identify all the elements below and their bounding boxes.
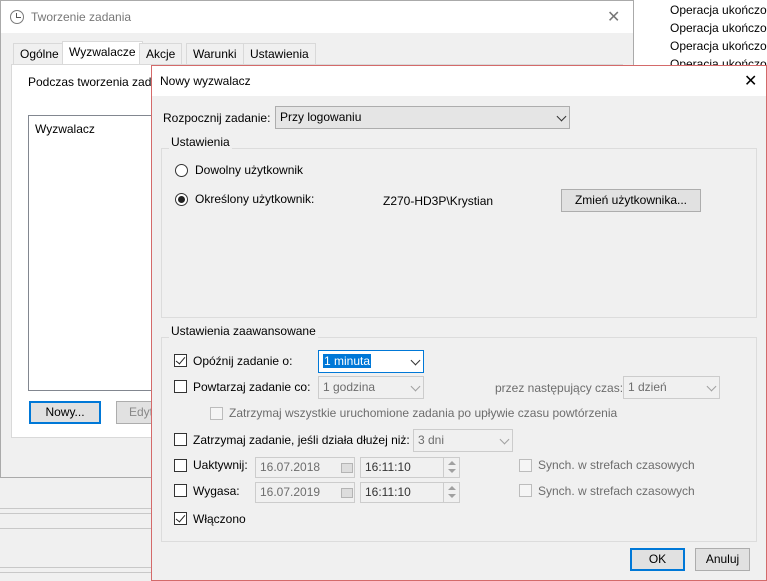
activate-date: 16.07.2018 bbox=[260, 460, 321, 474]
stop-longer-label: Zatrzymaj zadanie, jeśli działa dłużej n… bbox=[193, 433, 410, 447]
expire-time-field[interactable]: 16:11:10 bbox=[360, 482, 460, 503]
delay-label: Opóźnij zadanie o: bbox=[193, 354, 293, 368]
repeat-value: 1 godzina bbox=[323, 380, 376, 394]
expire-time: 16:11:10 bbox=[365, 485, 411, 499]
tab-settings[interactable]: Ustawienia bbox=[243, 43, 316, 65]
repeat-select[interactable]: 1 godzina bbox=[318, 376, 424, 399]
expire-date: 16.07.2019 bbox=[260, 485, 321, 499]
background-area bbox=[0, 475, 160, 581]
expire-date-field[interactable]: 16.07.2019 bbox=[255, 482, 355, 503]
duration-select[interactable]: 1 dzień bbox=[623, 376, 720, 399]
activate-label: Uaktywnij: bbox=[193, 458, 248, 472]
calendar-icon[interactable] bbox=[341, 488, 353, 498]
list-item: Operacja ukończo bbox=[670, 21, 767, 35]
specific-user-radio[interactable] bbox=[175, 193, 188, 206]
start-task-value: Przy logowaniu bbox=[280, 110, 362, 124]
specific-user-label: Określony użytkownik: bbox=[195, 192, 315, 206]
stop-all-label: Zatrzymaj wszystkie uruchomione zadania … bbox=[229, 406, 618, 420]
list-item: Operacja ukończo bbox=[670, 3, 767, 17]
list-item: Operacja ukończo bbox=[670, 39, 767, 53]
title-bar: Tworzenie zadania ✕ bbox=[1, 1, 633, 33]
any-user-label: Dowolny użytkownik bbox=[195, 163, 304, 177]
enabled-checkbox[interactable] bbox=[174, 512, 187, 525]
clock-icon bbox=[10, 10, 24, 24]
expire-checkbox[interactable] bbox=[174, 484, 187, 497]
stop-all-checkbox[interactable] bbox=[210, 407, 223, 420]
chevron-down-icon bbox=[706, 381, 717, 392]
close-icon[interactable]: ✕ bbox=[744, 71, 757, 91]
activate-sync-checkbox[interactable] bbox=[519, 459, 532, 472]
settings-group-label: Ustawienia bbox=[169, 135, 232, 149]
stop-longer-checkbox[interactable] bbox=[174, 433, 187, 446]
cancel-button[interactable]: Anuluj bbox=[695, 548, 750, 571]
user-name: Z270-HD3P\Krystian bbox=[383, 194, 494, 208]
activate-checkbox[interactable] bbox=[174, 459, 187, 472]
expire-sync-label: Synch. w strefach czasowych bbox=[538, 484, 695, 498]
enabled-label: Włączono bbox=[193, 512, 246, 526]
delay-checkbox[interactable] bbox=[174, 354, 187, 367]
expire-label: Wygasa: bbox=[193, 484, 240, 498]
activate-sync-label: Synch. w strefach czasowych bbox=[538, 458, 695, 472]
start-task-label: Rozpocznij zadanie: bbox=[163, 111, 271, 125]
background-status-list: Operacja ukończo Operacja ukończo Operac… bbox=[640, 0, 767, 66]
calendar-icon[interactable] bbox=[341, 463, 353, 473]
ok-button[interactable]: OK bbox=[630, 548, 685, 571]
chevron-down-icon bbox=[499, 434, 510, 445]
delay-value: 1 minuta bbox=[323, 354, 372, 368]
chevron-down-icon bbox=[410, 355, 421, 366]
activate-time: 16:11:10 bbox=[365, 460, 411, 474]
intro-text: Podczas tworzenia zada bbox=[28, 75, 159, 89]
change-user-button[interactable]: Zmień użytkownika... bbox=[561, 189, 701, 212]
tab-conditions[interactable]: Warunki bbox=[186, 43, 244, 65]
stop-longer-select[interactable]: 3 dni bbox=[413, 429, 513, 452]
time-spinner-icon[interactable] bbox=[443, 457, 459, 478]
list-column-header: Wyzwalacz bbox=[35, 122, 95, 136]
time-spinner-icon[interactable] bbox=[443, 482, 459, 503]
any-user-radio[interactable] bbox=[175, 164, 188, 177]
tab-general[interactable]: Ogólne bbox=[13, 43, 66, 65]
repeat-label: Powtarzaj zadanie co: bbox=[193, 380, 311, 394]
activate-date-field[interactable]: 16.07.2018 bbox=[255, 457, 355, 478]
new-trigger-dialog: Nowy wyzwalacz ✕ Rozpocznij zadanie: Prz… bbox=[151, 65, 767, 581]
advanced-group-label: Ustawienia zaawansowane bbox=[169, 324, 318, 338]
activate-time-field[interactable]: 16:11:10 bbox=[360, 457, 460, 478]
dialog-title: Nowy wyzwalacz bbox=[160, 74, 251, 88]
duration-label: przez następujący czas: bbox=[495, 381, 624, 395]
chevron-down-icon bbox=[556, 111, 567, 122]
tab-actions[interactable]: Akcje bbox=[139, 43, 183, 65]
start-task-select[interactable]: Przy logowaniu bbox=[275, 106, 570, 129]
tab-triggers[interactable]: Wyzwalacze bbox=[62, 41, 143, 65]
close-icon[interactable]: ✕ bbox=[607, 7, 620, 27]
stop-longer-value: 3 dni bbox=[418, 433, 445, 447]
duration-value: 1 dzień bbox=[628, 380, 667, 394]
chevron-down-icon bbox=[410, 381, 421, 392]
window-title: Tworzenie zadania bbox=[31, 10, 132, 24]
dialog-title-bar: Nowy wyzwalacz ✕ bbox=[152, 66, 766, 96]
new-trigger-button[interactable]: Nowy... bbox=[29, 401, 101, 424]
delay-select[interactable]: 1 minuta bbox=[318, 350, 424, 373]
expire-sync-checkbox[interactable] bbox=[519, 484, 532, 497]
repeat-checkbox[interactable] bbox=[174, 380, 187, 393]
